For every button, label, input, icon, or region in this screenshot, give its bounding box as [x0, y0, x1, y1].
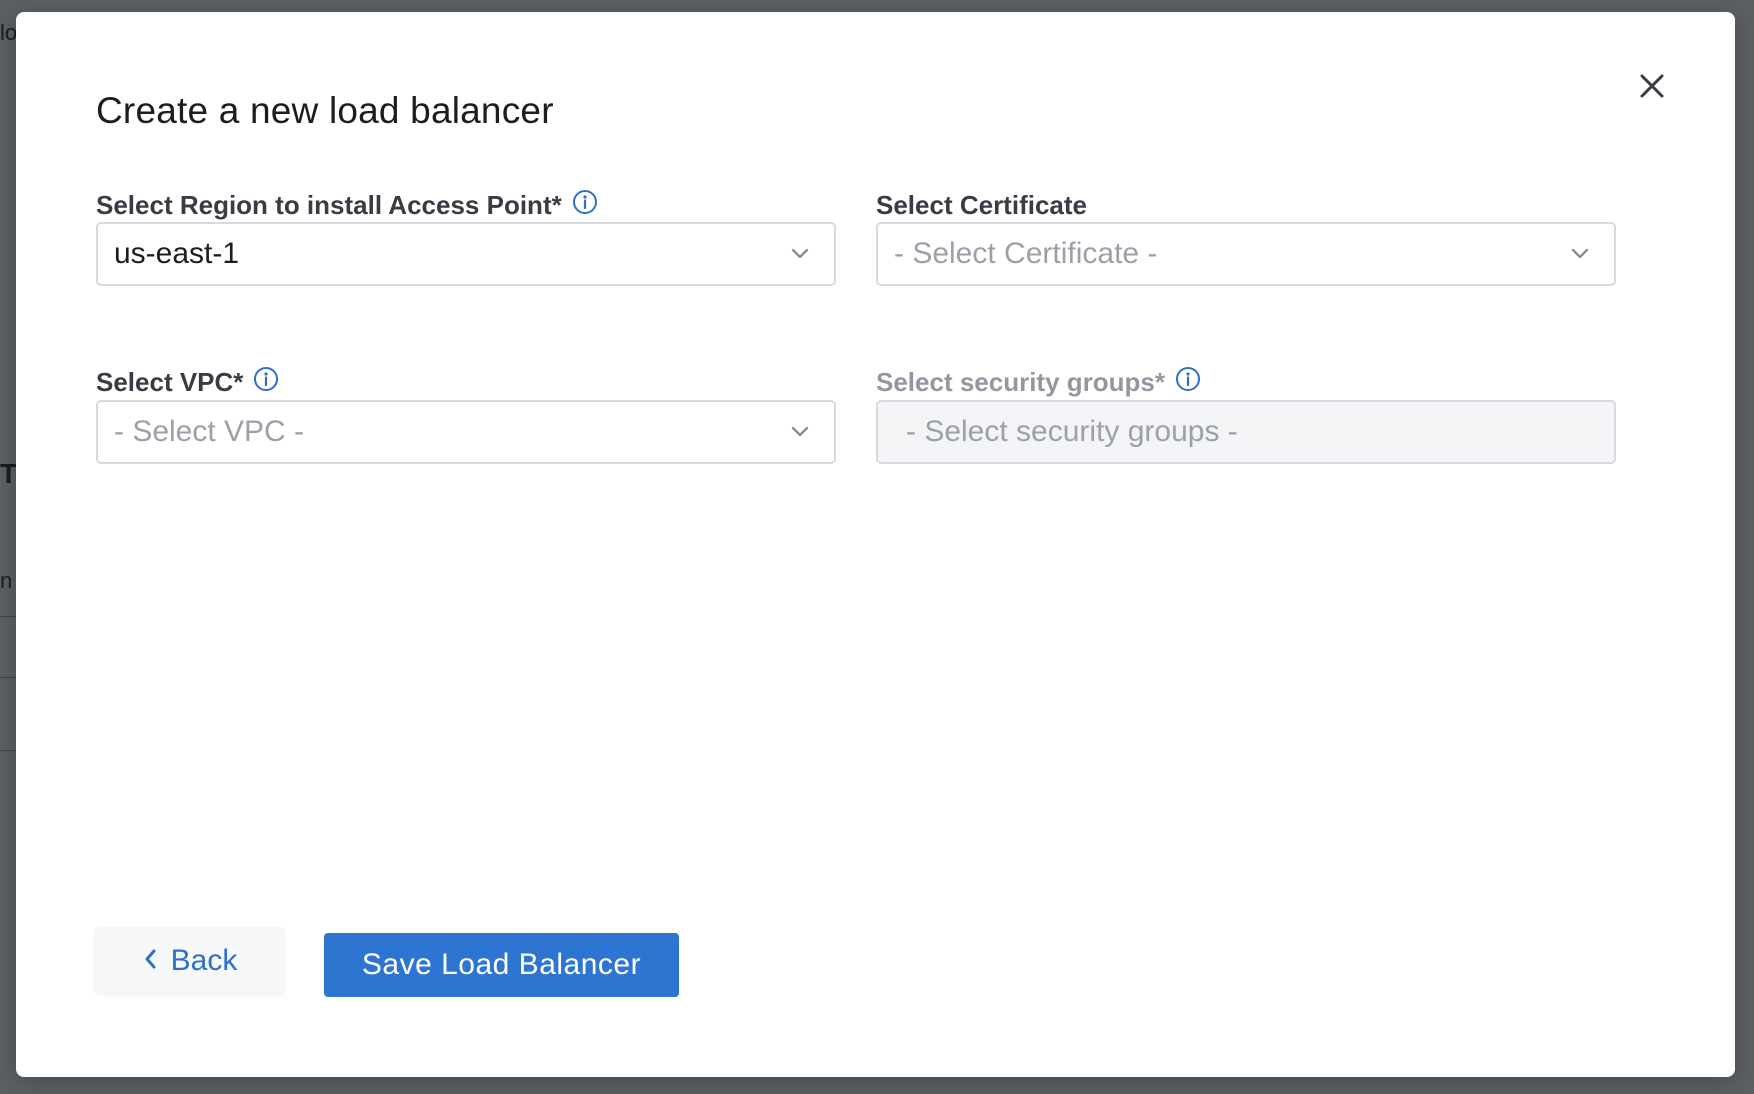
chevron-down-icon — [1568, 242, 1592, 266]
vpc-select[interactable]: - Select VPC - — [96, 400, 836, 464]
security-groups-select-placeholder: - Select security groups - — [906, 415, 1238, 448]
back-button[interactable]: Back — [94, 927, 286, 995]
background-text-fragment: lo — [0, 20, 18, 45]
info-icon[interactable] — [253, 366, 279, 392]
info-icon[interactable] — [1175, 366, 1201, 392]
certificate-label: Select Certificate — [876, 190, 1087, 221]
region-select-value: us-east-1 — [114, 237, 240, 270]
certificate-select-placeholder: - Select Certificate - — [894, 237, 1158, 270]
security-groups-select: - Select security groups - — [876, 400, 1616, 464]
region-label: Select Region to install Access Point* — [96, 189, 598, 221]
region-label-text: Select Region to install Access Point* — [96, 190, 562, 220]
background-text-fragment: T — [0, 458, 18, 489]
chevron-down-icon — [788, 242, 812, 266]
close-icon — [1639, 73, 1665, 104]
certificate-label-text: Select Certificate — [876, 190, 1087, 220]
vpc-label-text: Select VPC* — [96, 367, 244, 397]
certificate-select[interactable]: - Select Certificate - — [876, 222, 1616, 286]
back-button-label: Back — [170, 944, 238, 977]
chevron-down-icon — [788, 420, 812, 444]
vpc-select-placeholder: - Select VPC - — [114, 415, 305, 448]
close-button[interactable] — [1632, 68, 1672, 108]
save-button-label: Save Load Balancer — [361, 948, 642, 981]
save-load-balancer-button[interactable]: Save Load Balancer — [324, 933, 679, 997]
security-groups-label-text: Select security groups* — [876, 367, 1165, 397]
security-groups-label: Select security groups* — [876, 366, 1201, 398]
modal-title: Create a new load balancer — [96, 90, 554, 131]
region-select[interactable]: us-east-1 — [96, 222, 836, 286]
chevron-left-icon — [143, 944, 157, 978]
info-icon[interactable] — [572, 189, 598, 215]
vpc-label: Select VPC* — [96, 366, 279, 398]
create-load-balancer-modal: Create a new load balancer Select Region… — [16, 12, 1735, 1077]
